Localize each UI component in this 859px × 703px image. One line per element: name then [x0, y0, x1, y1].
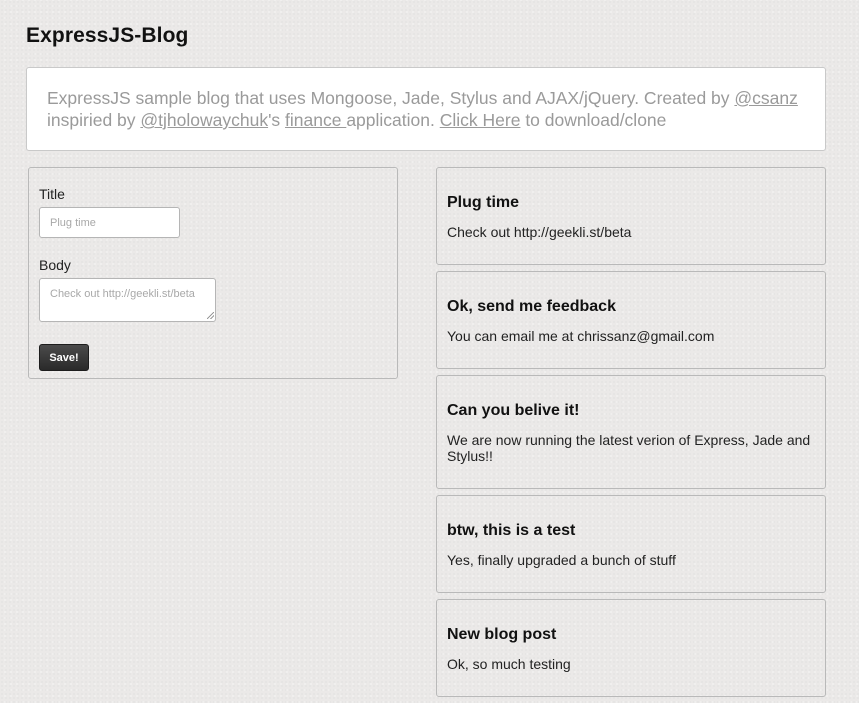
- post-body: Check out http://geekli.st/beta: [447, 224, 632, 240]
- post-body: Ok, so much testing: [447, 656, 571, 672]
- intro-banner: ExpressJS sample blog that uses Mongoose…: [26, 67, 826, 151]
- post-title: New blog post: [447, 626, 557, 643]
- intro-text: 's: [268, 110, 286, 130]
- resize-handle-icon[interactable]: [207, 312, 214, 319]
- intro-text: application.: [346, 110, 440, 130]
- post-title: btw, this is a test: [447, 522, 576, 539]
- title-label: Title: [39, 186, 65, 202]
- body-textarea[interactable]: [39, 278, 216, 322]
- download-link[interactable]: Click Here: [440, 110, 521, 130]
- post-title: Can you belive it!: [447, 402, 580, 419]
- post-list: Plug time Check out http://geekli.st/bet…: [436, 167, 826, 703]
- intro-text: ExpressJS sample blog that uses Mongoose…: [47, 88, 735, 108]
- post-body: We are now running the latest verion of …: [447, 432, 811, 464]
- post-card: Can you belive it! We are now running th…: [436, 375, 826, 489]
- post-card: New blog post Ok, so much testing: [436, 599, 826, 697]
- post-card: Ok, send me feedback You can email me at…: [436, 271, 826, 369]
- intro-text: to download/clone: [520, 110, 667, 130]
- body-label: Body: [39, 257, 71, 273]
- post-card: btw, this is a test Yes, finally upgrade…: [436, 495, 826, 593]
- site-title: ExpressJS-Blog: [26, 24, 189, 47]
- inspiration-link[interactable]: @tjholowaychuk: [140, 110, 268, 130]
- post-title: Plug time: [447, 194, 520, 211]
- post-card: Plug time Check out http://geekli.st/bet…: [436, 167, 826, 265]
- save-button[interactable]: Save!: [39, 344, 89, 371]
- post-title: Ok, send me feedback: [447, 298, 616, 315]
- new-post-form: Title Body Save!: [28, 167, 398, 379]
- post-body: You can email me at chrissanz@gmail.com: [447, 328, 715, 344]
- intro-text: inspiried by: [47, 110, 141, 130]
- finance-link[interactable]: finance: [285, 110, 346, 130]
- post-body: Yes, finally upgraded a bunch of stuff: [447, 552, 676, 568]
- title-input[interactable]: [39, 207, 180, 238]
- author-link[interactable]: @csanz: [734, 88, 797, 108]
